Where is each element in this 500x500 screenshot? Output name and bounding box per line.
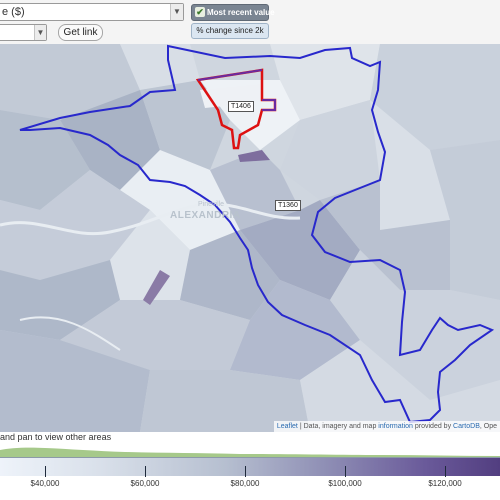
legend-tick (145, 466, 146, 477)
toolbar: e ($) ▼ ▼ Get link ✔ Most recent value % … (0, 0, 500, 44)
most-recent-value-label: Most recent value (207, 8, 275, 17)
attribution-text: , Ope (479, 423, 497, 430)
map-view[interactable]: T1406 T1360 Pineville ALEXANDRIA Leaflet… (0, 44, 500, 432)
information-link[interactable]: information (378, 423, 413, 430)
city-label: ALEXANDRIA (170, 210, 241, 221)
leaflet-link[interactable]: Leaflet (277, 423, 298, 430)
map-hint-text: and pan to view other areas (0, 432, 112, 442)
legend-tick-label: $40,000 (30, 479, 60, 488)
attribution-text: | Data, imagery and map (297, 423, 379, 430)
legend-tick (245, 466, 246, 477)
geography-select[interactable]: ▼ (0, 24, 47, 41)
legend-tick-label: $60,000 (130, 479, 160, 488)
histogram-area (0, 447, 500, 458)
legend-tick (345, 466, 346, 477)
map-attribution: Leaflet | Data, imagery and map informat… (273, 421, 500, 432)
attribution-text: provided by (412, 423, 454, 430)
cartodb-link[interactable]: CartoDB (453, 423, 480, 430)
legend-tick (45, 466, 46, 477)
chevron-down-icon: ▼ (34, 25, 46, 40)
chevron-down-icon: ▼ (170, 4, 183, 20)
tract-label: T1406 (228, 101, 254, 112)
legend-tick-label: $100,000 (328, 479, 362, 488)
legend-tick-label: $80,000 (230, 479, 260, 488)
metric-select[interactable]: e ($) ▼ (0, 3, 184, 21)
legend-tick-label: $120,000 (428, 479, 462, 488)
metric-select-value: e ($) (2, 6, 25, 18)
value-histogram (0, 447, 500, 458)
get-link-button[interactable]: Get link (58, 24, 103, 41)
tract-label: T1360 (275, 200, 301, 211)
most-recent-value-button[interactable]: ✔ Most recent value (191, 4, 275, 21)
percent-change-button[interactable]: % change since 2k (191, 23, 269, 39)
legend-tick (445, 466, 446, 477)
checkmark-icon: ✔ (195, 7, 205, 17)
town-label: Pineville (198, 201, 225, 208)
color-legend-bar (0, 458, 500, 476)
